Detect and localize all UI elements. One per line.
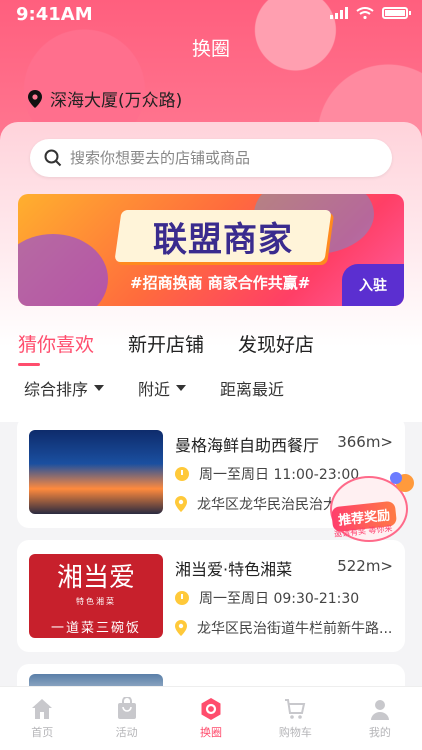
caret-down-icon bbox=[94, 385, 105, 391]
page-title: 换圈 bbox=[191, 38, 230, 60]
status-time: 9:41AM bbox=[16, 4, 93, 25]
store-name: 曼格海鲜自助西餐厅 bbox=[175, 436, 320, 455]
filter-label: 距离最近 bbox=[220, 380, 285, 399]
tab-label: 我的 bbox=[368, 726, 391, 739]
tab-activity[interactable]: 活动 bbox=[84, 687, 168, 750]
cart-icon bbox=[285, 699, 306, 719]
user-icon bbox=[370, 700, 389, 720]
signal-icon bbox=[330, 7, 348, 19]
tab-new-stores[interactable]: 新开店铺 bbox=[128, 330, 204, 357]
location-text: 深海大厦(万众路) bbox=[50, 91, 183, 111]
search-icon bbox=[44, 149, 62, 167]
store-logo-sub: 特色湘菜 bbox=[76, 596, 116, 606]
tab-discover-stores[interactable]: 发现好店 bbox=[238, 330, 314, 357]
merchant-banner[interactable]: 联盟商家 #招商换商 商家合作共赢# 入驻 bbox=[18, 194, 404, 306]
search-input[interactable] bbox=[70, 149, 370, 167]
wifi-icon bbox=[356, 7, 374, 19]
store-logo-slogan: 一道菜三碗饭 bbox=[50, 620, 141, 636]
location-selector[interactable]: 深海大厦(万众路) bbox=[28, 86, 182, 111]
store-name: 湘当爱·特色湘菜 bbox=[175, 560, 293, 579]
filter-bar: 综合排序 附近 距离最近 bbox=[24, 376, 284, 400]
status-icons bbox=[330, 7, 411, 19]
tab-guess-you-like[interactable]: 猜你喜欢 bbox=[18, 330, 94, 366]
status-bar: 9:41AM bbox=[0, 0, 422, 28]
location-pin-icon bbox=[175, 496, 187, 512]
bottom-tab-bar: 首页 活动 换圈 购物车 我的 bbox=[0, 686, 422, 750]
store-photo bbox=[29, 430, 163, 514]
caret-down-icon bbox=[176, 385, 187, 391]
hexagon-icon bbox=[201, 698, 221, 720]
filter-label: 附近 bbox=[138, 380, 171, 399]
store-address-row: 龙华区民治街道牛栏前新牛路... bbox=[175, 618, 393, 638]
tab-home[interactable]: 首页 bbox=[0, 687, 84, 750]
location-pin-icon bbox=[175, 620, 187, 636]
tab-cart[interactable]: 购物车 bbox=[253, 687, 337, 750]
tab-label: 活动 bbox=[115, 726, 138, 739]
filter-nearest[interactable]: 距离最近 bbox=[220, 376, 284, 400]
store-distance[interactable]: 522m> bbox=[337, 557, 393, 575]
store-card[interactable]: 湘当爱 特色湘菜 一道菜三碗饭 湘当爱·特色湘菜 522m> 周一至周日 09:… bbox=[17, 540, 405, 652]
store-logo: 湘当爱 特色湘菜 一道菜三碗饭 bbox=[29, 554, 163, 638]
banner-decoration bbox=[18, 234, 108, 306]
clock-icon bbox=[175, 591, 189, 605]
store-hours-row: 周一至周日 09:30-21:30 bbox=[175, 588, 359, 608]
join-button[interactable]: 入驻 bbox=[342, 264, 404, 306]
filter-nearby[interactable]: 附近 bbox=[138, 376, 187, 400]
tab-exchange[interactable]: 换圈 bbox=[169, 687, 253, 750]
filter-sort[interactable]: 综合排序 bbox=[24, 376, 105, 400]
battery-icon bbox=[382, 7, 411, 19]
referral-reward-badge[interactable]: 推荐奖励 邀请有奖 等你来 bbox=[326, 472, 416, 548]
banner-headline: 联盟商家 bbox=[153, 220, 293, 260]
tab-label: 购物车 bbox=[278, 726, 312, 739]
home-icon bbox=[32, 699, 53, 719]
category-tabs: 猜你喜欢 新开店铺 发现好店 bbox=[18, 330, 314, 366]
location-pin-icon bbox=[28, 89, 42, 108]
filter-label: 综合排序 bbox=[24, 380, 89, 399]
banner-tagline: #招商换商 商家合作共赢# bbox=[130, 274, 311, 292]
store-address: 龙华区龙华民治民治大 bbox=[197, 497, 337, 513]
bag-icon bbox=[117, 697, 136, 719]
tab-label: 换圈 bbox=[200, 726, 223, 739]
balloon-icon bbox=[390, 472, 402, 484]
store-logo-text: 湘当爱 bbox=[56, 562, 135, 593]
store-address: 龙华区民治街道牛栏前新牛路... bbox=[197, 621, 393, 637]
store-distance[interactable]: 366m> bbox=[337, 433, 393, 451]
clock-icon bbox=[175, 467, 189, 481]
tab-profile[interactable]: 我的 bbox=[338, 687, 422, 750]
search-bar[interactable] bbox=[30, 139, 392, 177]
tab-label: 首页 bbox=[31, 726, 54, 739]
store-hours: 周一至周日 09:30-21:30 bbox=[199, 591, 360, 607]
